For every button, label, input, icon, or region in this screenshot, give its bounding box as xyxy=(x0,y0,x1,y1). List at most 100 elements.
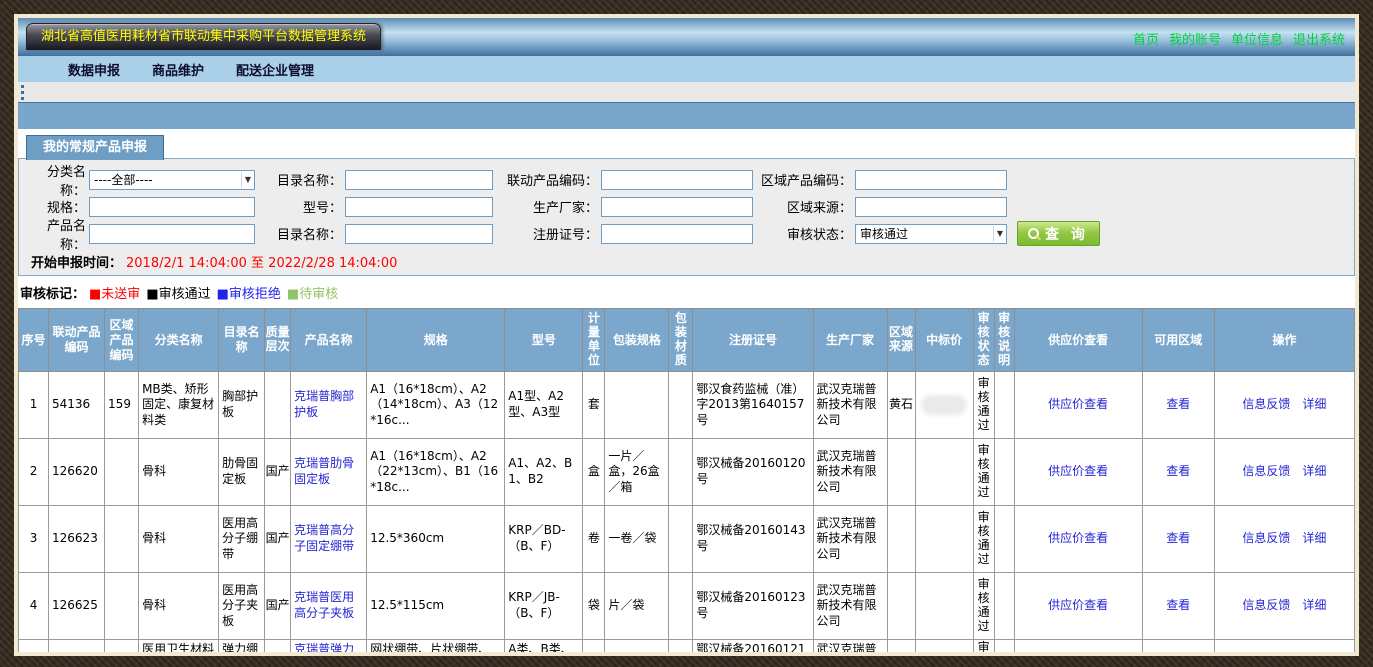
cell-catalog: 医用高分子夹板 xyxy=(219,573,265,640)
region_avail-link[interactable]: 查看 xyxy=(1166,397,1190,411)
cell-catalog: 胸部护板 xyxy=(219,372,265,439)
menu-item-0[interactable]: 数据申报 xyxy=(68,60,120,79)
panel-tab-my-regular-product-declare[interactable]: 我的常规产品申报 xyxy=(26,135,164,160)
cell-category: 骨科 xyxy=(139,573,219,640)
cell-region_code xyxy=(105,506,139,573)
cell-spec: 12.5*115cm xyxy=(367,573,505,640)
model-input[interactable] xyxy=(345,197,493,217)
top-link-3[interactable]: 退出系统 xyxy=(1293,33,1345,48)
feedback-link[interactable]: 信息反馈 xyxy=(1242,598,1290,612)
region_avail-link[interactable]: 查看 xyxy=(1166,464,1190,478)
col-region_src: 区域来源 xyxy=(887,309,915,372)
feedback-link[interactable]: 信息反馈 xyxy=(1242,397,1290,411)
cell-pack_spec xyxy=(605,640,669,657)
cell-region_src xyxy=(887,640,915,657)
legend-item-2: ■审核拒绝 xyxy=(217,287,281,302)
cell-spec: 网状绷带、片状绷带、胸 xyxy=(367,640,505,657)
feedback-link[interactable]: 信息反馈 xyxy=(1242,464,1290,478)
form-field-product-name: 产品名称： xyxy=(25,215,255,253)
region-product-code-input[interactable] xyxy=(855,170,1007,190)
detail-link[interactable]: 详细 xyxy=(1302,598,1326,612)
supply_price-link[interactable]: 供应价查看 xyxy=(1048,464,1108,478)
cell-supply_price xyxy=(1014,640,1142,657)
supply_price-link[interactable]: 供应价查看 xyxy=(1048,531,1108,545)
region_avail-link[interactable]: 查看 xyxy=(1166,531,1190,545)
redacted-price xyxy=(921,395,967,415)
cell-quality xyxy=(265,640,291,657)
classify-label: 分类名称： xyxy=(25,161,89,199)
cell-model: A1型、A2型、A3型 xyxy=(505,372,583,439)
cell-catalog: 弹力绷 xyxy=(219,640,265,657)
table-row: 154136159MB类、矫形固定、康复材料类胸部护板克瑞普胸部护板A1（16*… xyxy=(19,372,1355,439)
cell-category: 骨科 xyxy=(139,439,219,506)
link-product-code-input[interactable] xyxy=(601,170,753,190)
product-link[interactable]: 克瑞普医用高分子夹板 xyxy=(294,590,354,620)
top-link-2[interactable]: 单位信息 xyxy=(1231,33,1283,48)
form-field-audit-status: 审核状态：审核通过▼查 询 xyxy=(753,221,1100,246)
product-link[interactable]: 克瑞普高分子固定绷带 xyxy=(294,523,354,553)
cell-seq: 1 xyxy=(19,372,49,439)
cell-quality xyxy=(265,372,291,439)
product-link[interactable]: 克瑞普胸部护板 xyxy=(294,389,354,419)
legend-item-0: ■未送审 xyxy=(89,287,140,302)
detail-link[interactable]: 详细 xyxy=(1302,531,1326,545)
product-link[interactable]: 克瑞普弹力 xyxy=(294,642,354,656)
form-field-spec: 规格： xyxy=(25,197,255,217)
detail-link[interactable]: 详细 xyxy=(1302,397,1326,411)
col-bid_price: 中标价 xyxy=(915,309,973,372)
supply_price-link[interactable]: 供应价查看 xyxy=(1048,598,1108,612)
table-body: 154136159MB类、矫形固定、康复材料类胸部护板克瑞普胸部护板A1（16*… xyxy=(19,372,1355,657)
manufacturer-input[interactable] xyxy=(601,197,753,217)
cell-pack_spec: 一卷／袋 xyxy=(605,506,669,573)
spec-input[interactable] xyxy=(89,197,255,217)
detail-link[interactable]: 详细 xyxy=(1302,464,1326,478)
cell-reg_no: 鄂汉械备20160123号 xyxy=(693,573,813,640)
menu-item-2[interactable]: 配送企业管理 xyxy=(236,60,314,79)
top-link-1[interactable]: 我的账号 xyxy=(1169,33,1221,48)
feedback-link[interactable]: 信息反馈 xyxy=(1242,531,1290,545)
catalog-name-input[interactable] xyxy=(345,170,493,190)
top-link-0[interactable]: 首页 xyxy=(1133,33,1159,48)
cell-manufacturer: 武汉克瑞普新技术有限公司 xyxy=(813,506,887,573)
form-field-reg-no: 注册证号： xyxy=(493,224,753,244)
cell-reg_no: 鄂汉械备20160120号 xyxy=(693,439,813,506)
col-category: 分类名称 xyxy=(139,309,219,372)
cell-region_src xyxy=(887,506,915,573)
cell-pack_material xyxy=(669,506,693,573)
region_avail-link[interactable]: 查看 xyxy=(1166,598,1190,612)
col-quality: 质量层次 xyxy=(265,309,291,372)
cell-pack_material xyxy=(669,439,693,506)
reg-no-label: 注册证号： xyxy=(493,224,601,243)
cell-link_code xyxy=(49,640,105,657)
app-title-tab: 湖北省高值医用耗材省市联动集中采购平台数据管理系统 xyxy=(26,23,381,50)
region-source-input[interactable] xyxy=(855,197,1007,217)
cell-bid_price xyxy=(915,439,973,506)
tab-row: 我的常规产品申报 xyxy=(26,135,1355,159)
cell-reg_no: 鄂汉食药监械（准）字2013第1640157号 xyxy=(693,372,813,439)
cell-spec: A1（16*18cm）、A2（22*13cm）、B1（16*18c... xyxy=(367,439,505,506)
search-button[interactable]: 查 询 xyxy=(1017,221,1100,246)
product-link[interactable]: 克瑞普肋骨固定板 xyxy=(294,456,354,486)
catalog-name-2-input[interactable] xyxy=(345,224,493,244)
cell-supply_price: 供应价查看 xyxy=(1014,506,1142,573)
product-name-input[interactable] xyxy=(89,224,255,244)
menu-item-1[interactable]: 商品维护 xyxy=(152,60,204,79)
cell-category: 骨科 xyxy=(139,506,219,573)
audit-status-select[interactable]: 审核通过▼ xyxy=(855,224,1007,244)
reg-no-input[interactable] xyxy=(601,224,753,244)
supply_price-link[interactable]: 供应价查看 xyxy=(1048,397,1108,411)
form-field-catalog-name: 目录名称： xyxy=(255,170,493,190)
cell-model: KRP／JB-（B、F） xyxy=(505,573,583,640)
cell-seq: 3 xyxy=(19,506,49,573)
col-region_avail: 可用区域 xyxy=(1142,309,1214,372)
cell-bid_price xyxy=(915,506,973,573)
cell-model: A类、B类、C xyxy=(505,640,583,657)
classify-select[interactable]: ----全部----▼ xyxy=(89,170,255,190)
cell-category: 医用卫生材料 xyxy=(139,640,219,657)
col-audit_status: 审核状态 xyxy=(973,309,994,372)
collapse-grip-icon[interactable] xyxy=(21,85,24,100)
cell-supply_price: 供应价查看 xyxy=(1014,372,1142,439)
col-model: 型号 xyxy=(505,309,583,372)
cell-supply_price: 供应价查看 xyxy=(1014,439,1142,506)
cell-unit: 套 xyxy=(583,372,605,439)
